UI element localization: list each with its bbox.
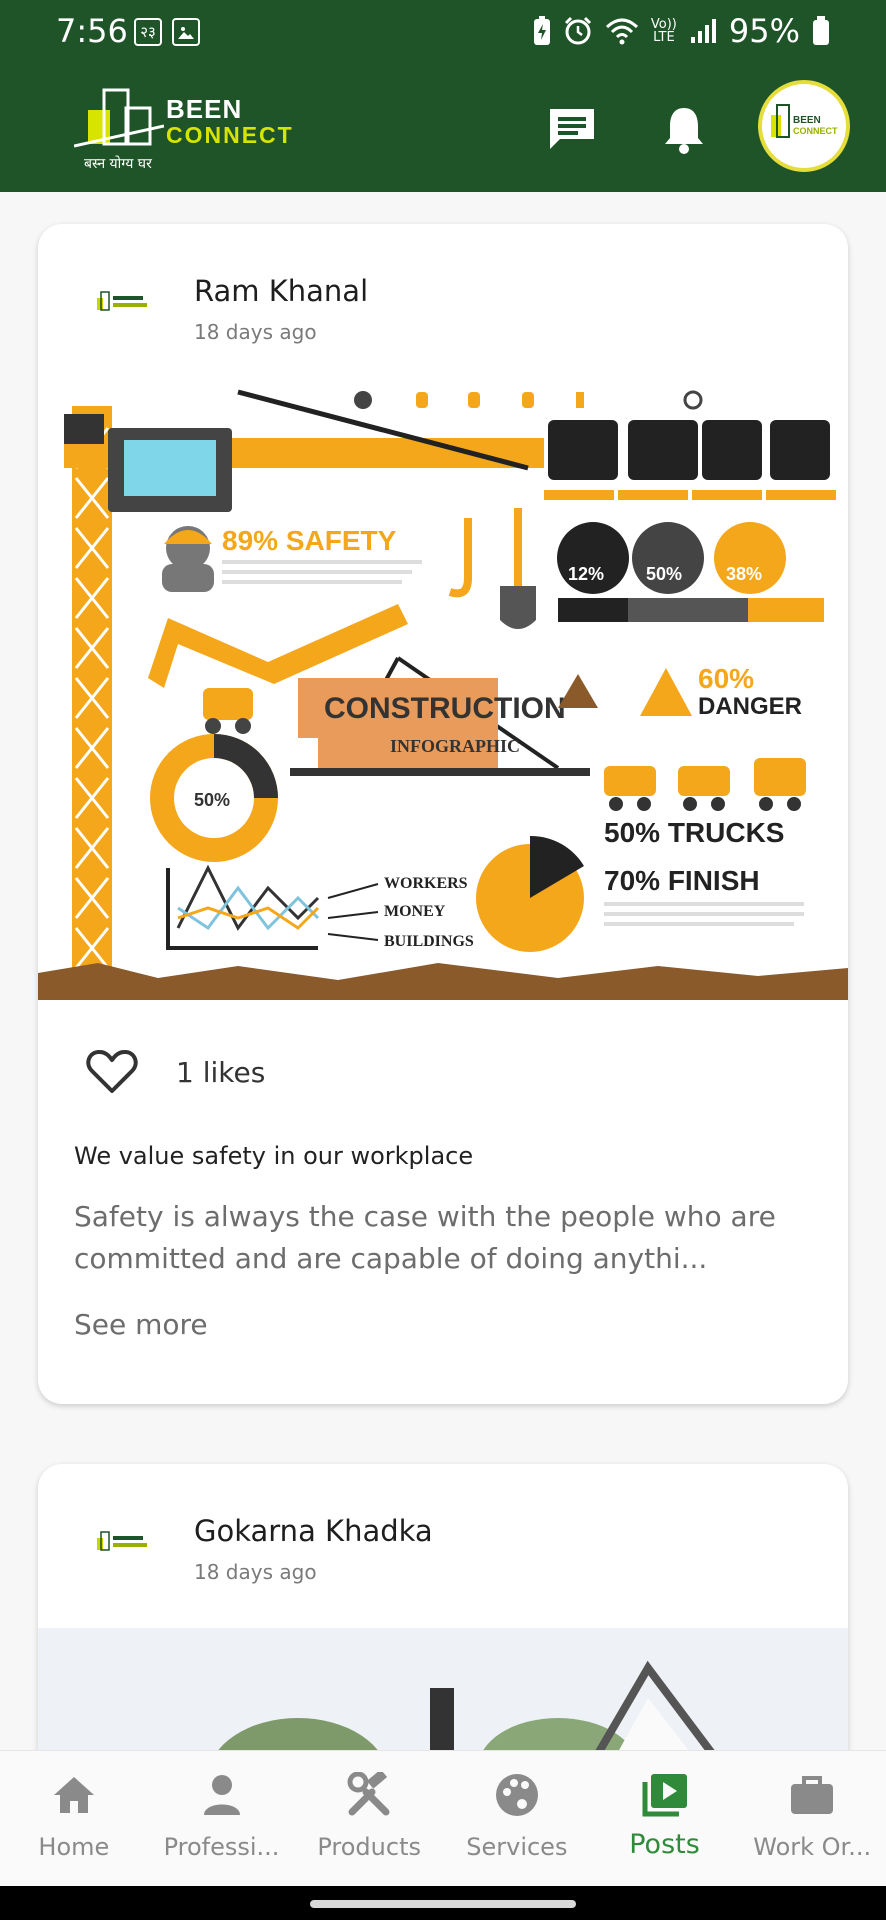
messages-button[interactable]: [538, 98, 606, 160]
tools-icon: [347, 1772, 390, 1816]
post-image[interactable]: 89% SAFETY 12% 50% 38% CONSTRUCTION INFO…: [38, 388, 848, 1000]
logo-word-connect: CONNECT: [166, 122, 294, 148]
gesture-bar: [0, 1886, 886, 1920]
battery-icon: [813, 16, 829, 45]
svg-text:50% TRUCKS: 50% TRUCKS: [604, 817, 784, 848]
volte-indicator: Vo)) LTE: [650, 17, 677, 45]
nav-posts[interactable]: Posts: [591, 1751, 739, 1886]
svg-text:INFOGRAPHIC: INFOGRAPHIC: [390, 736, 520, 756]
svg-text:BUILDINGS: BUILDINGS: [384, 933, 474, 950]
signal-icon: [690, 19, 716, 43]
svg-text:60%: 60%: [698, 663, 754, 694]
battery-saver-icon: [533, 16, 550, 45]
app-logo[interactable]: BEEN CONNECT बस्न योग्य घर: [73, 86, 304, 174]
svg-text:12%: 12%: [568, 564, 604, 584]
home-icon: [53, 1777, 94, 1813]
nav-home[interactable]: Home: [0, 1751, 148, 1886]
heart-icon: [86, 1050, 138, 1093]
svg-text:BEEN: BEEN: [793, 115, 821, 126]
status-bar: 7:56 २३ Vo)) LTE 95%: [0, 0, 886, 68]
status-time: 7:56: [56, 12, 128, 50]
alarm-icon: [564, 16, 591, 45]
image-notification-icon: [172, 18, 200, 46]
notifications-button[interactable]: [650, 98, 718, 160]
nav-work-orders[interactable]: Work Or...: [738, 1751, 886, 1886]
person-icon: [203, 1775, 240, 1815]
post-card[interactable]: Gokarna Khadka 18 days ago: [38, 1464, 848, 1784]
post-timestamp: 18 days ago: [194, 320, 317, 344]
app-header: 7:56 २३ Vo)) LTE 95% BEEN CONNECT बस्न य…: [0, 0, 886, 192]
building-logo-icon: [73, 88, 165, 148]
battery-percent: 95%: [728, 12, 800, 50]
post-title: We value safety in our workplace: [74, 1142, 474, 1170]
calendar-notification-icon: २३: [134, 18, 162, 46]
bottom-navigation: Home Professi... Products Services Posts…: [0, 1750, 886, 1886]
nav-products[interactable]: Products: [295, 1751, 443, 1886]
svg-text:WORKERS: WORKERS: [384, 875, 468, 892]
svg-text:50%: 50%: [194, 790, 230, 810]
infographic-construction-text: CONSTRUCTION: [324, 692, 566, 725]
svg-text:MONEY: MONEY: [384, 903, 446, 920]
posts-icon: [642, 1774, 687, 1817]
svg-text:38%: 38%: [726, 564, 762, 584]
see-more-link[interactable]: See more: [74, 1308, 208, 1341]
avatar-logo-icon: BEEN CONNECT: [771, 104, 838, 138]
post-card[interactable]: Ram Khanal 18 days ago 89% SAFETY 12% 50…: [38, 224, 848, 1404]
like-button[interactable]: [82, 1042, 142, 1102]
post-timestamp: 18 days ago: [194, 1560, 317, 1584]
nav-services[interactable]: Services: [443, 1751, 591, 1886]
likes-count: 1 likes: [176, 1055, 266, 1089]
post-author-name[interactable]: Ram Khanal: [194, 274, 368, 308]
post-author-name[interactable]: Gokarna Khadka: [194, 1514, 433, 1548]
svg-text:70% FINISH: 70% FINISH: [604, 865, 760, 896]
logo-word-been: BEEN: [166, 94, 243, 124]
svg-text:CONNECT: CONNECT: [793, 126, 838, 136]
nav-professionals[interactable]: Professi...: [148, 1751, 296, 1886]
post-author-avatar[interactable]: [88, 272, 158, 332]
bell-icon: [665, 108, 703, 154]
post-author-avatar[interactable]: [88, 1512, 158, 1572]
profile-avatar-button[interactable]: BEEN CONNECT: [758, 80, 850, 172]
svg-text:DANGER: DANGER: [698, 693, 802, 720]
wifi-icon: [605, 18, 638, 45]
post-body: Safety is always the case with the peopl…: [74, 1200, 776, 1275]
palette-icon: [495, 1774, 538, 1816]
logo-tagline: बस्न योग्य घर: [84, 156, 152, 172]
home-indicator[interactable]: [310, 1900, 576, 1908]
chat-icon: [550, 109, 594, 149]
svg-text:50%: 50%: [646, 564, 682, 584]
infographic-safety-text: 89% SAFETY: [222, 525, 397, 556]
briefcase-icon: [791, 1776, 834, 1814]
